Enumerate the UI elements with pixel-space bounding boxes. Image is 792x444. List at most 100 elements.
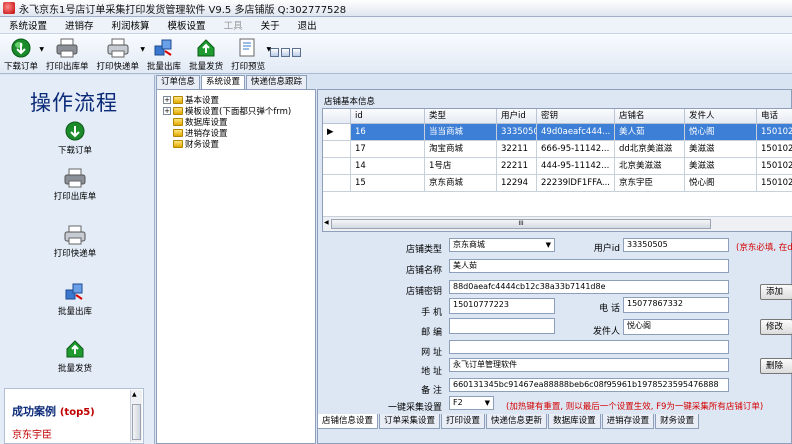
tab-order-collect[interactable]: 订单采集设置	[379, 414, 441, 429]
scrollbar-thumb[interactable]: III	[331, 219, 711, 229]
chevron-down-icon[interactable]: ▼	[485, 397, 490, 409]
sidebar-item-batch-outbound[interactable]: 批量出库	[0, 281, 150, 317]
ship-house-icon	[66, 340, 84, 358]
boxes-icon	[65, 283, 83, 300]
folder-icon	[173, 129, 183, 137]
download-orders-button[interactable]: 下载订单 ▼	[0, 34, 44, 72]
sidebar-item-batch-ship[interactable]: 批量发货	[0, 338, 150, 374]
download-globe-icon	[10, 37, 32, 59]
tab-express-tracking[interactable]: 快递信息跟踪	[246, 75, 308, 89]
address-input[interactable]: 永飞订单管理软件	[449, 358, 729, 372]
grid-header[interactable]: 店铺名	[615, 109, 685, 124]
tree-item-finance[interactable]: 财务设置	[163, 138, 219, 150]
grid-header[interactable]: 类型	[425, 109, 497, 124]
small-tool-icon[interactable]	[270, 48, 280, 57]
sidebar-item-print-express[interactable]: 打印快递单	[0, 225, 150, 259]
shop-grid: id 类型 用户id 密钥 店铺名 发件人 电话 ▶ 16 当当商城 33350…	[322, 108, 792, 232]
website-label: 网 址	[421, 348, 442, 358]
tab-finance[interactable]: 财务设置	[655, 414, 700, 429]
menu-about[interactable]: 关于	[252, 18, 289, 32]
modify-button[interactable]: 修改	[760, 319, 792, 335]
printer-icon	[55, 37, 79, 59]
batch-outbound-button[interactable]: 批量出库	[143, 34, 185, 72]
cases-heading: 成功案例 (top5)	[12, 405, 95, 418]
shop-secret-label: 店铺密钥	[405, 287, 442, 297]
shop-type-label: 店铺类型	[405, 245, 442, 255]
print-preview-button[interactable]: 打印预览 ▼	[227, 34, 271, 72]
shop-secret-input[interactable]: 88d0aeafc4444cb12c38a33b7141d8e	[449, 280, 729, 294]
sidebar-item-print-outbound[interactable]: 打印出库单	[0, 168, 150, 202]
website-input[interactable]	[449, 340, 729, 354]
grid-header[interactable]: 用户id	[497, 109, 537, 124]
print-express-button[interactable]: 打印快递单 ▼	[93, 34, 145, 72]
window-title: 永飞京东1号店订单采集打印发货管理软件 V9.5 多店铺版 Q:30277752…	[19, 4, 347, 16]
row-selected-icon: ▶	[323, 124, 351, 141]
chevron-down-icon[interactable]: ▼	[546, 239, 551, 251]
sidebar-title: 操作流程	[30, 91, 118, 115]
case-item[interactable]: 京东宇臣	[12, 426, 52, 441]
tab-database[interactable]: 数据库设置	[548, 414, 601, 429]
folder-icon	[173, 140, 183, 148]
batch-ship-button[interactable]: 批量发货	[185, 34, 227, 72]
printer-icon	[106, 37, 130, 59]
tab-express-update[interactable]: 快递信息更新	[486, 414, 548, 429]
hotkey-label: 一键采集设置	[387, 403, 442, 413]
delete-button[interactable]: 删除	[760, 358, 792, 374]
sidebar-item-download[interactable]: 下载订单	[0, 120, 150, 156]
menu-profit[interactable]: 利润核算	[103, 18, 159, 32]
sidebar: 操作流程 下载订单 打印出库单 打印快递单 批量出库 批量发货 成功案例 (to…	[0, 75, 155, 444]
expand-icon[interactable]: +	[163, 107, 171, 115]
printer-icon	[64, 168, 86, 188]
app-icon	[3, 2, 15, 14]
tab-system-settings[interactable]: 系统设置	[201, 75, 246, 90]
tab-shop-info[interactable]: 店铺信息设置	[317, 414, 379, 429]
scrollbar-thumb[interactable]	[132, 404, 141, 440]
sender-input[interactable]: 悦心阁	[623, 319, 729, 335]
shop-settings-panel: 店铺基本信息 id 类型 用户id 密钥 店铺名 发件人 电话 ▶ 16 当当商…	[317, 89, 792, 444]
tab-inventory[interactable]: 进销存设置	[601, 414, 655, 429]
remark-input[interactable]: 660131345bc91467ea88888beb6c08f95961b197…	[449, 378, 729, 392]
hotkey-select[interactable]: F2 ▼	[449, 396, 494, 410]
cases-scrollbar[interactable]: ▲	[130, 390, 142, 442]
bottom-tabs: 店铺信息设置 订单采集设置 打印设置 快递信息更新 数据库设置 进销存设置 财务…	[317, 414, 700, 429]
menu-system-settings[interactable]: 系统设置	[0, 18, 56, 32]
folder-icon	[173, 118, 183, 126]
menu-exit[interactable]: 退出	[289, 18, 326, 32]
arrow-left-icon[interactable]: ◀	[324, 219, 329, 226]
menu-template[interactable]: 模板设置	[159, 18, 215, 32]
top-tabs: 订单信息 系统设置 快递信息跟踪	[156, 75, 308, 90]
phone-input[interactable]: 15077867332	[623, 297, 729, 313]
menu-bar: 系统设置 进销存 利润核算 模板设置 工具 关于 退出	[0, 17, 792, 34]
small-tool-icon[interactable]	[281, 48, 291, 57]
grid-header[interactable]: 电话	[757, 109, 792, 124]
title-bar: 永飞京东1号店订单采集打印发货管理软件 V9.5 多店铺版 Q:30277752…	[0, 0, 792, 17]
menu-inventory[interactable]: 进销存	[56, 18, 103, 32]
grid-header[interactable]: id	[351, 109, 425, 124]
grid-header[interactable]: 发件人	[685, 109, 757, 124]
print-outbound-button[interactable]: 打印出库单	[42, 34, 93, 72]
chevron-down-icon[interactable]: ▼	[266, 46, 271, 53]
grid-header[interactable]: 密钥	[537, 109, 615, 124]
shop-name-label: 店铺名称	[405, 266, 442, 276]
expand-icon[interactable]: +	[163, 96, 171, 104]
user-id-note: (京东必填, 在d	[736, 243, 792, 253]
remark-label: 备 注	[421, 386, 442, 396]
arrow-up-icon[interactable]: ▲	[132, 391, 137, 398]
menu-tools[interactable]: 工具	[215, 18, 252, 32]
shop-name-input[interactable]: 美人茹	[449, 259, 729, 273]
grid-header-indicator	[323, 109, 351, 124]
boxes-icon	[153, 37, 175, 59]
add-button[interactable]: 添加	[760, 284, 792, 300]
shop-type-select[interactable]: 京东商城 ▼	[449, 238, 555, 252]
tab-print-settings[interactable]: 打印设置	[441, 414, 486, 429]
address-label: 地 址	[421, 367, 442, 377]
sender-label: 发件人	[592, 327, 620, 337]
grid-hscrollbar[interactable]: ◀ III	[323, 216, 792, 231]
tab-order-info[interactable]: 订单信息	[156, 75, 201, 89]
download-globe-icon	[65, 121, 85, 141]
small-tool-icon[interactable]	[292, 48, 302, 57]
hotkey-note: (加热键有重置, 则以最后一个设置生效, F9为一键采集所有店铺订单)	[506, 402, 764, 412]
mobile-input[interactable]: 15010777223	[449, 298, 555, 314]
zip-input[interactable]	[449, 318, 555, 334]
user-id-input[interactable]: 33350505	[623, 238, 729, 252]
